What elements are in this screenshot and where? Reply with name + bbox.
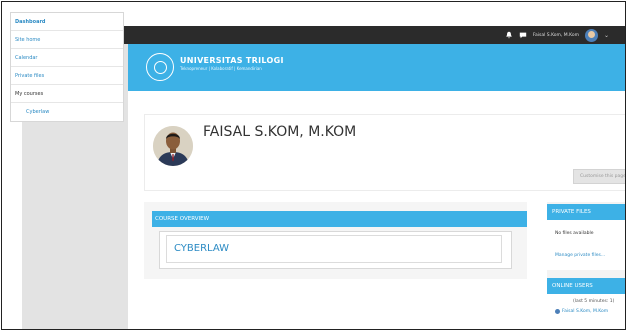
course-overview-block: COURSE OVERVIEW CYBERLAW — [144, 202, 527, 279]
right-blocks-column: PRIVATE FILES No files available Manage … — [547, 202, 625, 329]
customise-page-button[interactable]: Customise this page — [573, 169, 625, 184]
private-files-block: No files available Manage private files.… — [547, 220, 625, 270]
profile-name: FAISAL S.KOM, M.KOM — [203, 124, 357, 140]
header-banner: UNIVERSITAS TRILOGI Teknopreneur | Kolab… — [128, 44, 625, 91]
sidebar-item-my-courses[interactable]: My courses — [11, 85, 123, 103]
course-title[interactable]: CYBERLAW — [174, 243, 229, 254]
user-avatar-icon — [555, 309, 560, 314]
profile-header: FAISAL S.KOM, M.KOM Customise this page — [144, 114, 625, 191]
messages-icon[interactable] — [519, 31, 527, 39]
sidebar-nav-list: Dashboard Site home Calendar Private fil… — [10, 12, 124, 122]
no-files-text: No files available — [555, 231, 594, 236]
notification-bell-icon[interactable] — [505, 31, 513, 39]
sidebar-item-dashboard[interactable]: Dashboard — [11, 13, 123, 31]
online-period-text: (last 5 minutes: 1) — [573, 299, 615, 304]
online-users-header: ONLINE USERS — [547, 278, 625, 294]
manage-private-files-link[interactable]: Manage private files... — [555, 253, 605, 258]
chevron-down-icon[interactable]: ⌄ — [604, 32, 609, 39]
sidebar-item-cyberlaw[interactable]: Cyberlaw — [11, 103, 123, 121]
sidebar-item-calendar[interactable]: Calendar — [11, 49, 123, 67]
online-users-block: (last 5 minutes: 1) Faisal S.Kom, M.Kom — [547, 294, 625, 329]
online-user-item[interactable]: Faisal S.Kom, M.Kom — [555, 309, 608, 314]
sidebar-item-private-files[interactable]: Private files — [11, 67, 123, 85]
course-item-cyberlaw[interactable]: CYBERLAW — [166, 235, 502, 263]
profile-avatar — [153, 126, 193, 166]
logo-title: UNIVERSITAS TRILOGI — [180, 56, 284, 65]
logo-subtitle: Teknopreneur | Kolaboratif | Kemandirian — [180, 66, 262, 71]
sidebar-item-site-home[interactable]: Site home — [11, 31, 123, 49]
navbar-user-menu: Faisal S.Kom, M.Kom ⌄ — [505, 26, 609, 44]
university-logo-icon[interactable] — [146, 53, 174, 81]
online-user-name[interactable]: Faisal S.Kom, M.Kom — [562, 309, 608, 314]
course-overview-header: COURSE OVERVIEW — [152, 211, 527, 227]
navbar-user-name[interactable]: Faisal S.Kom, M.Kom — [533, 33, 579, 38]
private-files-header: PRIVATE FILES — [547, 204, 625, 220]
avatar[interactable] — [584, 28, 598, 42]
course-list: CYBERLAW — [159, 231, 512, 269]
browser-viewport: ✕ Faisal S.Kom, M.Kom ⌄ Dashboard Site h… — [1, 1, 626, 330]
